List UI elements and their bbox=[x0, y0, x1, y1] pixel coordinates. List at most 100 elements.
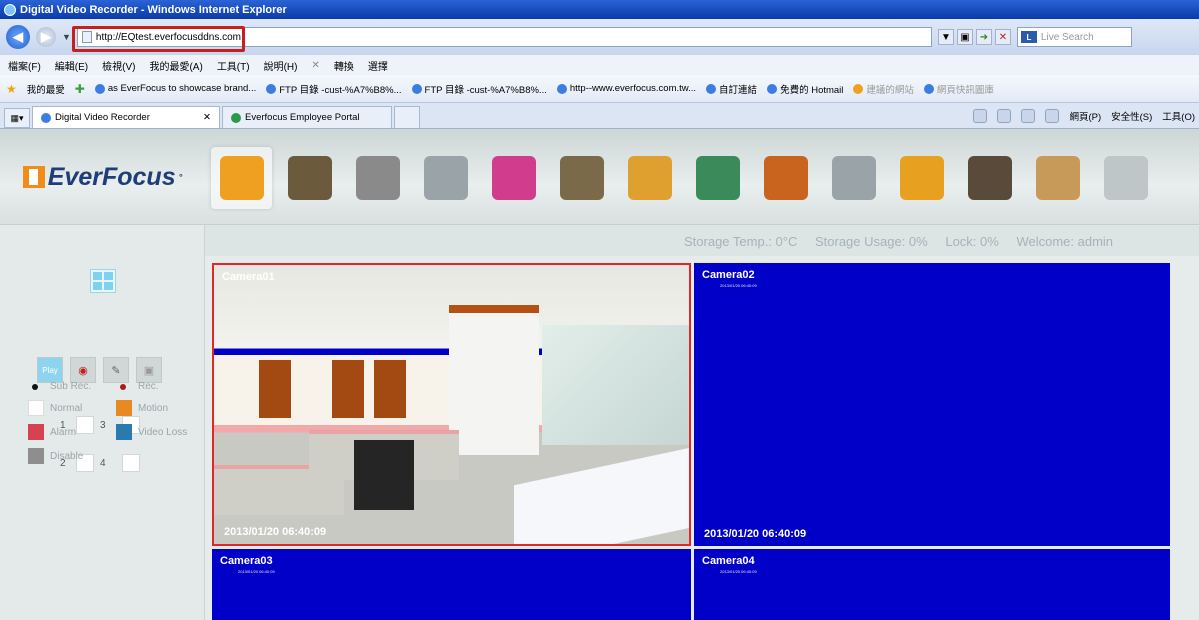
playback-reel-button[interactable] bbox=[415, 147, 476, 209]
info-button[interactable] bbox=[891, 147, 952, 209]
live-view-button[interactable] bbox=[211, 147, 272, 209]
window-title: Digital Video Recorder - Windows Interne… bbox=[20, 3, 287, 16]
tab-label: Everfocus Employee Portal bbox=[245, 112, 360, 123]
camera-tile-2[interactable]: Camera02 2013/01/20 06:40:09 2013/01/20 … bbox=[694, 263, 1170, 546]
schedule-icon bbox=[763, 156, 808, 200]
close-tab-icon[interactable]: ✕ bbox=[203, 112, 211, 123]
alarm-icon bbox=[491, 156, 536, 200]
playback-reel-icon bbox=[423, 156, 468, 200]
logo: EverFocus ° bbox=[0, 129, 205, 225]
favorite-link[interactable]: 免費的 Hotmail bbox=[767, 82, 843, 96]
status-line: Storage Temp.: 0°C Storage Usage: 0% Loc… bbox=[684, 234, 1127, 249]
legend-motion: Motion bbox=[138, 402, 169, 414]
window-titlebar: Digital Video Recorder - Windows Interne… bbox=[0, 0, 1199, 19]
favorite-link[interactable]: 建議的網站 bbox=[853, 82, 914, 96]
record-icon[interactable]: ◉ bbox=[70, 357, 96, 383]
camera-name: Camera03 bbox=[220, 555, 273, 567]
alarm-button[interactable] bbox=[483, 147, 544, 209]
menu-select[interactable]: 選擇 bbox=[368, 58, 388, 73]
network-button[interactable] bbox=[687, 147, 748, 209]
menu-favorites[interactable]: 我的最愛(A) bbox=[149, 58, 202, 73]
home-icon[interactable] bbox=[973, 109, 988, 123]
app-header: EverFocus ° bbox=[0, 129, 1199, 225]
storage-temp: Storage Temp.: 0°C bbox=[684, 234, 798, 249]
sub-rec-dot-icon bbox=[32, 383, 38, 390]
tab-digital-video-recorder[interactable]: Digital Video Recorder ✕ bbox=[32, 106, 220, 128]
back-button[interactable]: ◀ bbox=[6, 25, 30, 49]
settings-gear-button[interactable] bbox=[823, 147, 884, 209]
camera-button[interactable] bbox=[347, 147, 408, 209]
disable-swatch bbox=[28, 448, 44, 464]
quick-tabs-button[interactable]: ▦▾ bbox=[4, 108, 30, 128]
tools-menu[interactable]: 工具(O) bbox=[1162, 109, 1195, 123]
stop-button[interactable]: ✕ bbox=[994, 29, 1011, 45]
add-favorite-icon[interactable]: ✚ bbox=[75, 82, 85, 96]
quad-layout-icon[interactable] bbox=[91, 270, 115, 292]
camera-1-video-frame bbox=[214, 265, 689, 544]
favorite-link[interactable]: 網頁快訊圖庫 bbox=[923, 82, 994, 96]
favorite-link[interactable]: FTP 目錄 -cust-%A7%B8%... bbox=[411, 82, 547, 96]
normal-swatch bbox=[28, 400, 44, 416]
camera-tile-3[interactable]: Camera03 2013/01/20 06:40:09 bbox=[212, 549, 691, 620]
menu-file[interactable]: 檔案(F) bbox=[8, 58, 41, 73]
safety-menu[interactable]: 安全性(S) bbox=[1111, 109, 1152, 123]
favorites-star-icon[interactable]: ★ bbox=[6, 82, 17, 96]
display-button[interactable] bbox=[619, 147, 680, 209]
lock-status: Lock: 0% bbox=[945, 234, 999, 249]
search-folder-button[interactable] bbox=[1027, 147, 1088, 209]
display-icon bbox=[627, 156, 672, 200]
favorites-label[interactable]: 我的最愛 bbox=[27, 82, 65, 96]
legend-video-loss: Video Loss bbox=[138, 426, 188, 438]
close-toolbar-icon[interactable]: ✕ bbox=[311, 60, 319, 71]
disk-icon bbox=[559, 156, 604, 200]
url-highlight-box bbox=[72, 26, 245, 52]
favorites-bar: ★ 我的最愛 ✚ as EverFocus to showcase brand.… bbox=[0, 75, 1199, 103]
mail-icon[interactable] bbox=[1021, 109, 1036, 123]
print-icon[interactable] bbox=[1045, 109, 1060, 123]
new-tab-button[interactable] bbox=[394, 106, 420, 128]
film-strip-button[interactable] bbox=[959, 147, 1020, 209]
menu-convert[interactable]: 轉換 bbox=[334, 58, 354, 73]
live-search-input[interactable]: L Live Search bbox=[1016, 27, 1132, 47]
favorite-link[interactable]: FTP 目錄 -cust-%A7%B8%... bbox=[266, 82, 402, 96]
ie-page-icon bbox=[556, 83, 567, 94]
feeds-icon[interactable] bbox=[997, 109, 1012, 123]
play-button[interactable]: Play bbox=[37, 357, 63, 383]
ie-page-icon bbox=[853, 83, 864, 94]
favorite-link[interactable]: http--www.everfocus.com.tw... bbox=[556, 83, 696, 94]
camera-tile-1[interactable]: Camera01 2013/01/20 06:40:09 bbox=[212, 263, 691, 546]
video-grid: Camera01 2013/01/20 06:40:09 Camera02 20… bbox=[205, 256, 1199, 620]
menu-edit[interactable]: 編輯(E) bbox=[55, 58, 88, 73]
disk-button[interactable] bbox=[551, 147, 612, 209]
menu-tools[interactable]: 工具(T) bbox=[217, 58, 250, 73]
info-icon bbox=[899, 156, 944, 200]
menu-help[interactable]: 說明(H) bbox=[264, 58, 298, 73]
settings-gear-icon bbox=[831, 156, 876, 200]
history-dropdown-icon[interactable]: ▼ bbox=[62, 32, 71, 42]
compat-view-button[interactable]: ▣ bbox=[956, 29, 973, 45]
favorite-link[interactable]: 自訂連結 bbox=[706, 82, 757, 96]
network-icon bbox=[695, 156, 740, 200]
page-menu[interactable]: 網頁(P) bbox=[1069, 109, 1101, 123]
favorite-link[interactable]: as EverFocus to showcase brand... bbox=[94, 83, 256, 94]
schedule-button[interactable] bbox=[755, 147, 816, 209]
mode-buttons: Play ◉ ✎ ▣ bbox=[37, 357, 162, 383]
camera-name: Camera02 bbox=[702, 269, 755, 281]
camera-tile-4[interactable]: Camera04 2013/01/20 06:40:09 bbox=[694, 549, 1170, 620]
go-button[interactable]: ➜ bbox=[975, 29, 992, 45]
magic-wizard-button[interactable] bbox=[279, 147, 340, 209]
forward-button[interactable]: ▶ bbox=[36, 27, 56, 47]
menu-view[interactable]: 檢視(V) bbox=[102, 58, 135, 73]
legend-alarm: Alarm bbox=[50, 426, 77, 438]
ptz-dome-button[interactable] bbox=[1095, 147, 1156, 209]
snapshot-icon[interactable]: ▣ bbox=[136, 357, 162, 383]
camera-timestamp: 2013/01/20 06:40:09 bbox=[704, 528, 807, 540]
legend-rec: Rec. bbox=[138, 381, 159, 392]
camera-name: Camera04 bbox=[702, 555, 755, 567]
everfocus-logo-mark bbox=[22, 166, 45, 188]
tab-everfocus-portal[interactable]: Everfocus Employee Portal bbox=[222, 106, 392, 128]
url-dropdown-button[interactable]: ▼ bbox=[937, 29, 954, 45]
pen-icon[interactable]: ✎ bbox=[103, 357, 129, 383]
magic-wizard-icon bbox=[287, 156, 332, 200]
welcome-text: Welcome: admin bbox=[1016, 234, 1114, 249]
